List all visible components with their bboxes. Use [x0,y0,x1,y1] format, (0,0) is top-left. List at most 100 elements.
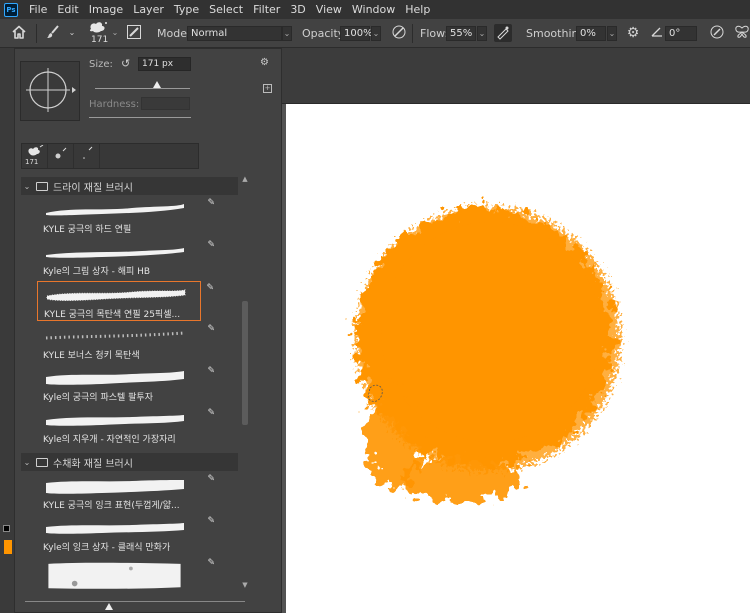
brush-tip-preview[interactable] [20,61,80,121]
preview-slider-track [25,601,245,602]
menu-layer[interactable]: Layer [128,0,169,19]
brush-stroke-preview [46,523,184,534]
photoshop-logo-icon[interactable]: Ps [4,2,18,17]
size-slider-handle[interactable] [153,81,161,88]
scroll-down-arrow[interactable]: ▼ [241,581,249,589]
pen-icon: ✎ [207,240,215,250]
menu-window[interactable]: Window [347,0,400,19]
chevron-down-icon: ⌄ [23,457,31,467]
brush-name: Kyle의 잉크 상자 - 클래식 만화가 [43,543,171,553]
new-preset-icon[interactable]: + [263,84,272,93]
brush-preset-item[interactable]: KYLE 궁극의 하드 연필 ✎ [37,197,215,237]
scrollbar-thumb[interactable] [242,301,248,425]
menu-image[interactable]: Image [84,0,128,19]
mode-label: Mode: [157,27,191,40]
toggle-brush-settings-icon[interactable] [125,24,143,42]
smoothing-field[interactable]: 0% [576,26,606,41]
brush-preset-item[interactable]: KYLE 보너스 청키 목탄색 ✎ [37,323,215,363]
brush-stroke-preview [46,371,184,385]
brush-name: KYLE 궁극의 목탄색 연필 25픽셀... [44,310,181,320]
hardness-slider-track [89,117,191,118]
recent-brush-slot[interactable]: 171 [22,144,48,168]
menu-select[interactable]: Select [204,0,248,19]
brush-stroke-preview [46,204,184,216]
brush-name: KYLE 궁극의 하드 연필 [43,225,132,235]
pressure-size-icon[interactable] [708,24,726,42]
menu-edit[interactable]: Edit [52,0,83,19]
flow-label: Flow: [420,27,449,40]
airbrush-icon[interactable] [494,24,512,42]
scroll-up-arrow[interactable]: ▲ [241,175,249,183]
paint-color-swatch[interactable] [4,540,12,554]
flow-field[interactable]: 55% [446,26,476,41]
brush-preset-item[interactable]: Kyle의 궁극의 파스텔 팔투자 ✎ [37,365,215,405]
opacity-field[interactable]: 100% [340,26,373,41]
gear-icon[interactable]: ⚙ [624,24,642,42]
recent-brush-size: 171 [25,158,39,166]
recent-brush-slot[interactable] [74,144,100,168]
brush-preset-item[interactable]: Kyle의 잉크 상자 - 클래식 만화가 ✎ [37,515,215,555]
mode-dropdown-arrow[interactable]: ⌄ [282,26,292,41]
brush-preset-item[interactable]: Kyle의 그림 상자 - 해피 HB ✎ [37,239,215,279]
flow-dropdown-arrow[interactable]: ⌄ [477,26,487,41]
mode-select[interactable]: Normal [187,26,282,41]
foreground-color-swatch[interactable] [3,525,10,532]
menu-type[interactable]: Type [169,0,204,19]
recent-brush-slot[interactable] [48,144,74,168]
hardness-label: Hardness: [89,99,140,110]
brush-stroke-preview [48,562,181,589]
brush-preset-item[interactable]: KYLE 궁극의 잉크 표현(두껍게/얇... ✎ [37,473,215,513]
menu-file[interactable]: File [24,0,52,19]
pen-icon: ✎ [207,366,215,376]
pen-icon: ✎ [207,474,215,484]
brush-preset-picker[interactable]: 171 [86,20,110,46]
preview-slider-handle[interactable] [105,603,113,610]
pen-icon: ✎ [207,198,215,208]
brush-name: Kyle의 그림 상자 - 해피 HB [43,267,151,277]
options-bar: ⌄ 171 ⌄ Mode: Normal ⌄ Opacity: 100% ⌄ F… [0,19,750,48]
menu-3d[interactable]: 3D [285,0,310,19]
angle-icon [648,24,666,42]
brush-list-scrollbar[interactable]: ▲ ▼ [241,175,249,589]
hardness-field[interactable] [141,97,190,110]
brush-list: ⌄ 드라이 재질 브러시 KYLE 궁극의 하드 연필 ✎ Kyle의 그림 상… [21,175,239,589]
chevron-down-icon[interactable]: ⌄ [63,24,81,42]
home-icon[interactable] [10,24,28,42]
opacity-dropdown-arrow[interactable]: ⌄ [371,26,381,41]
size-label: Size: [89,59,113,70]
chevron-down-icon: ⌄ [23,181,31,191]
orange-paint-blob [356,207,620,501]
workspace-background [282,48,750,104]
reset-size-icon[interactable]: ↺ [121,57,130,70]
brush-stroke-preview [46,248,184,258]
pressure-opacity-icon[interactable] [390,24,408,42]
brush-preset-panel: Size: ↺ 171 px ⚙ + Hardness: 171 ⌄ 드라이 재… [14,48,282,613]
menu-view[interactable]: View [311,0,347,19]
size-field[interactable]: 171 px [138,57,191,71]
group-name: 수채화 재질 브러시 [53,458,133,470]
brush-stroke-preview [46,415,184,426]
group-row-watercolor[interactable]: ⌄ 수채화 재질 브러시 [21,453,238,471]
brush-tool-icon[interactable] [44,24,62,42]
brush-stroke-preview [45,331,185,340]
brush-preset-dropdown[interactable]: ⌄ [110,26,120,41]
preview-size-slider[interactable] [25,599,245,613]
menu-help[interactable]: Help [400,0,435,19]
separator [36,24,37,43]
recent-brushes-row: 171 [21,143,199,169]
brush-name: Kyle의 궁극의 파스텔 팔투자 [43,393,153,403]
menu-bar: Ps File Edit Image Layer Type Select Fil… [0,0,750,19]
smoothing-dropdown-arrow[interactable]: ⌄ [607,26,617,41]
pen-icon: ✎ [207,516,215,526]
pen-icon: ✎ [207,558,215,568]
menu-filter[interactable]: Filter [248,0,285,19]
brush-preset-item[interactable]: Kyle의 지우개 - 자연적인 가장자리 ✎ [37,407,215,447]
angle-field[interactable]: 0° [665,26,697,41]
brush-preset-item[interactable]: ✎ [37,557,215,589]
document-canvas[interactable] [286,104,750,613]
panel-gear-icon[interactable]: ⚙ [260,57,269,68]
brush-preset-item-selected[interactable]: KYLE 궁극의 목탄색 연필 25픽셀... ✎ [37,281,214,321]
symmetry-butterfly-icon[interactable] [733,24,750,42]
group-row-dry-media[interactable]: ⌄ 드라이 재질 브러시 [21,177,238,195]
pen-icon: ✎ [206,283,214,293]
